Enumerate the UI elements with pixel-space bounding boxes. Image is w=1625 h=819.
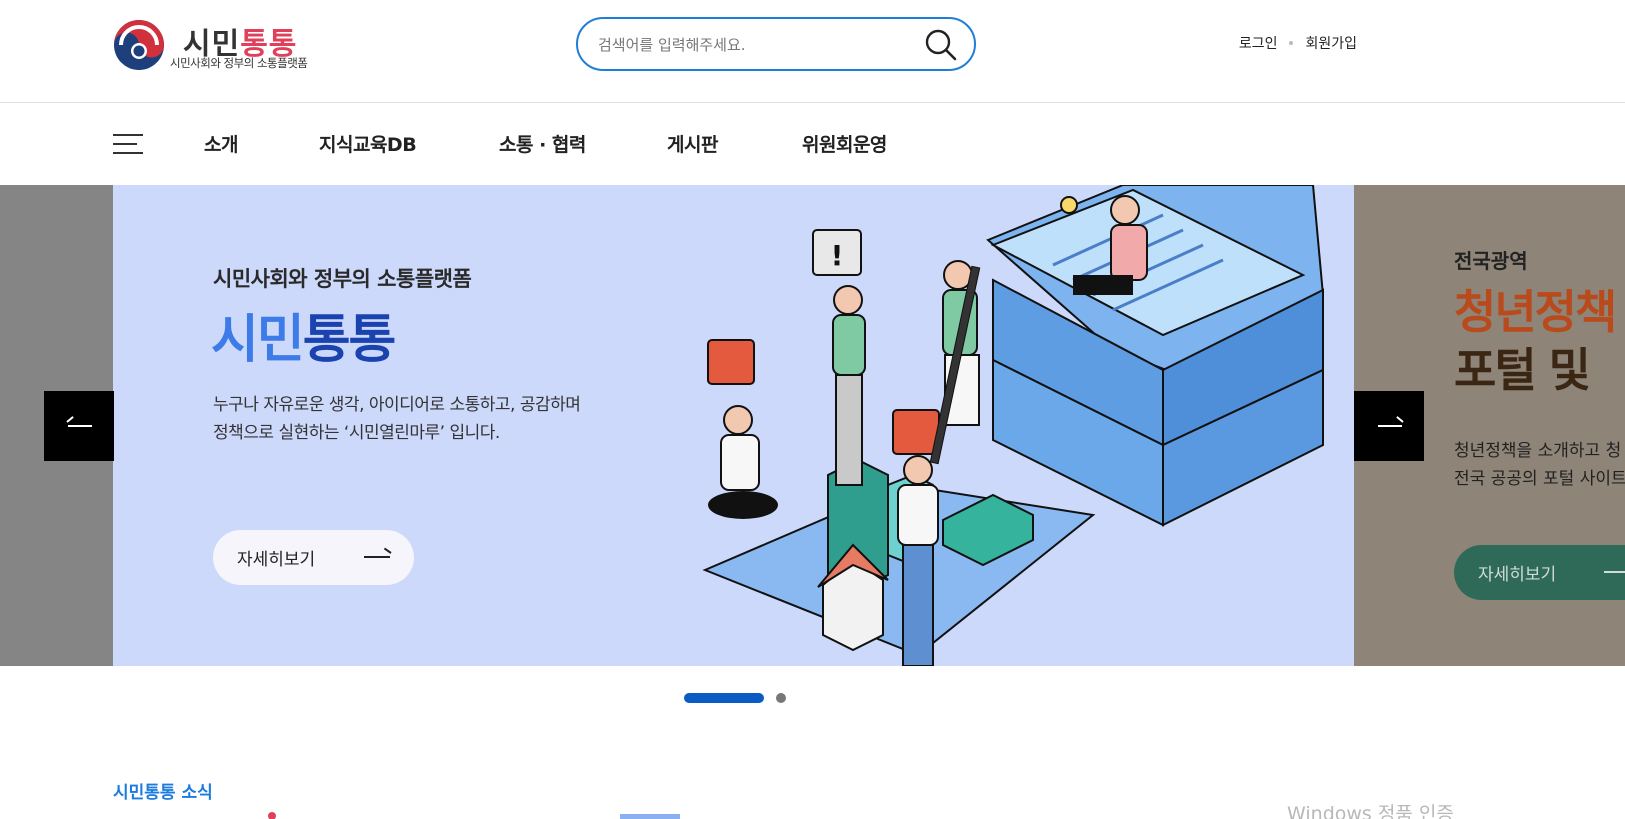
search-input[interactable] bbox=[598, 31, 898, 59]
next-slide-view-more-button[interactable]: 자세히보기 bbox=[1454, 545, 1625, 600]
site-logo[interactable]: 시민통통 시민사회와 정부의 소통플랫폼 bbox=[113, 13, 333, 73]
nav-item-board[interactable]: 게시판 bbox=[667, 130, 718, 157]
separator-dot bbox=[1289, 41, 1294, 45]
next-slide-label: 전국광역 bbox=[1454, 249, 1528, 273]
nav-item-committee[interactable]: 위원회운영 bbox=[802, 130, 887, 157]
next-slide-title: 청년정책 포털 및 bbox=[1454, 285, 1617, 397]
arrow-left-icon bbox=[68, 425, 92, 427]
hamburger-menu-icon[interactable] bbox=[113, 132, 145, 156]
logo-subtitle: 시민사회와 정부의 소통플랫폼 bbox=[170, 56, 308, 70]
pagination-bullet[interactable] bbox=[776, 693, 786, 703]
site-header: 시민통통 시민사회와 정부의 소통플랫폼 로그인 회원가입 bbox=[0, 0, 1625, 103]
nav-item-communication[interactable]: 소통 · 협력 bbox=[499, 130, 586, 157]
taegeuk-logo-icon bbox=[114, 20, 164, 70]
slide-description: 누구나 자유로운 생각, 아이디어로 소통하고, 공감하며 정책으로 실현하는 … bbox=[213, 395, 581, 443]
nav-item-intro[interactable]: 소개 bbox=[204, 130, 238, 157]
search-button[interactable] bbox=[924, 28, 958, 62]
news-partial-heading bbox=[620, 814, 680, 819]
carousel-pagination bbox=[684, 692, 786, 704]
arrow-right-icon bbox=[1604, 571, 1625, 573]
main-navigation: 소개 지식교육DB 소통 · 협력 게시판 위원회운영 bbox=[0, 104, 1625, 185]
carousel-next-button[interactable] bbox=[1354, 391, 1424, 461]
nav-item-knowledge-db[interactable]: 지식교육DB bbox=[319, 130, 417, 157]
banner-illustration: ! bbox=[702, 185, 1325, 666]
login-link[interactable]: 로그인 bbox=[1239, 33, 1278, 53]
arrow-right-icon bbox=[1378, 425, 1402, 427]
pagination-bullet-active[interactable] bbox=[684, 693, 764, 703]
search-box bbox=[576, 17, 976, 71]
windows-activation-watermark: Windows 정품 인증 bbox=[1287, 803, 1454, 819]
news-section-title: 시민통통 소식 bbox=[113, 783, 213, 803]
svg-text:!: ! bbox=[831, 239, 844, 272]
view-more-button[interactable]: 자세히보기 bbox=[213, 530, 414, 585]
arrow-right-icon bbox=[364, 556, 390, 558]
banner-slide-active: 시민사회와 정부의 소통플랫폼 시민통통 누구나 자유로운 생각, 아이디어로 … bbox=[113, 185, 1354, 666]
search-icon bbox=[925, 29, 957, 61]
utility-links: 로그인 회원가입 bbox=[1239, 33, 1357, 53]
carousel-prev-button[interactable] bbox=[44, 391, 114, 461]
news-decoration-icon bbox=[268, 812, 276, 819]
slide-subtitle: 시민사회와 정부의 소통플랫폼 bbox=[213, 267, 472, 291]
slide-title: 시민통통 bbox=[211, 310, 396, 370]
next-slide-description: 청년정책을 소개하고 청 전국 공공의 포털 사이트 bbox=[1454, 441, 1625, 489]
signup-link[interactable]: 회원가입 bbox=[1305, 33, 1357, 53]
